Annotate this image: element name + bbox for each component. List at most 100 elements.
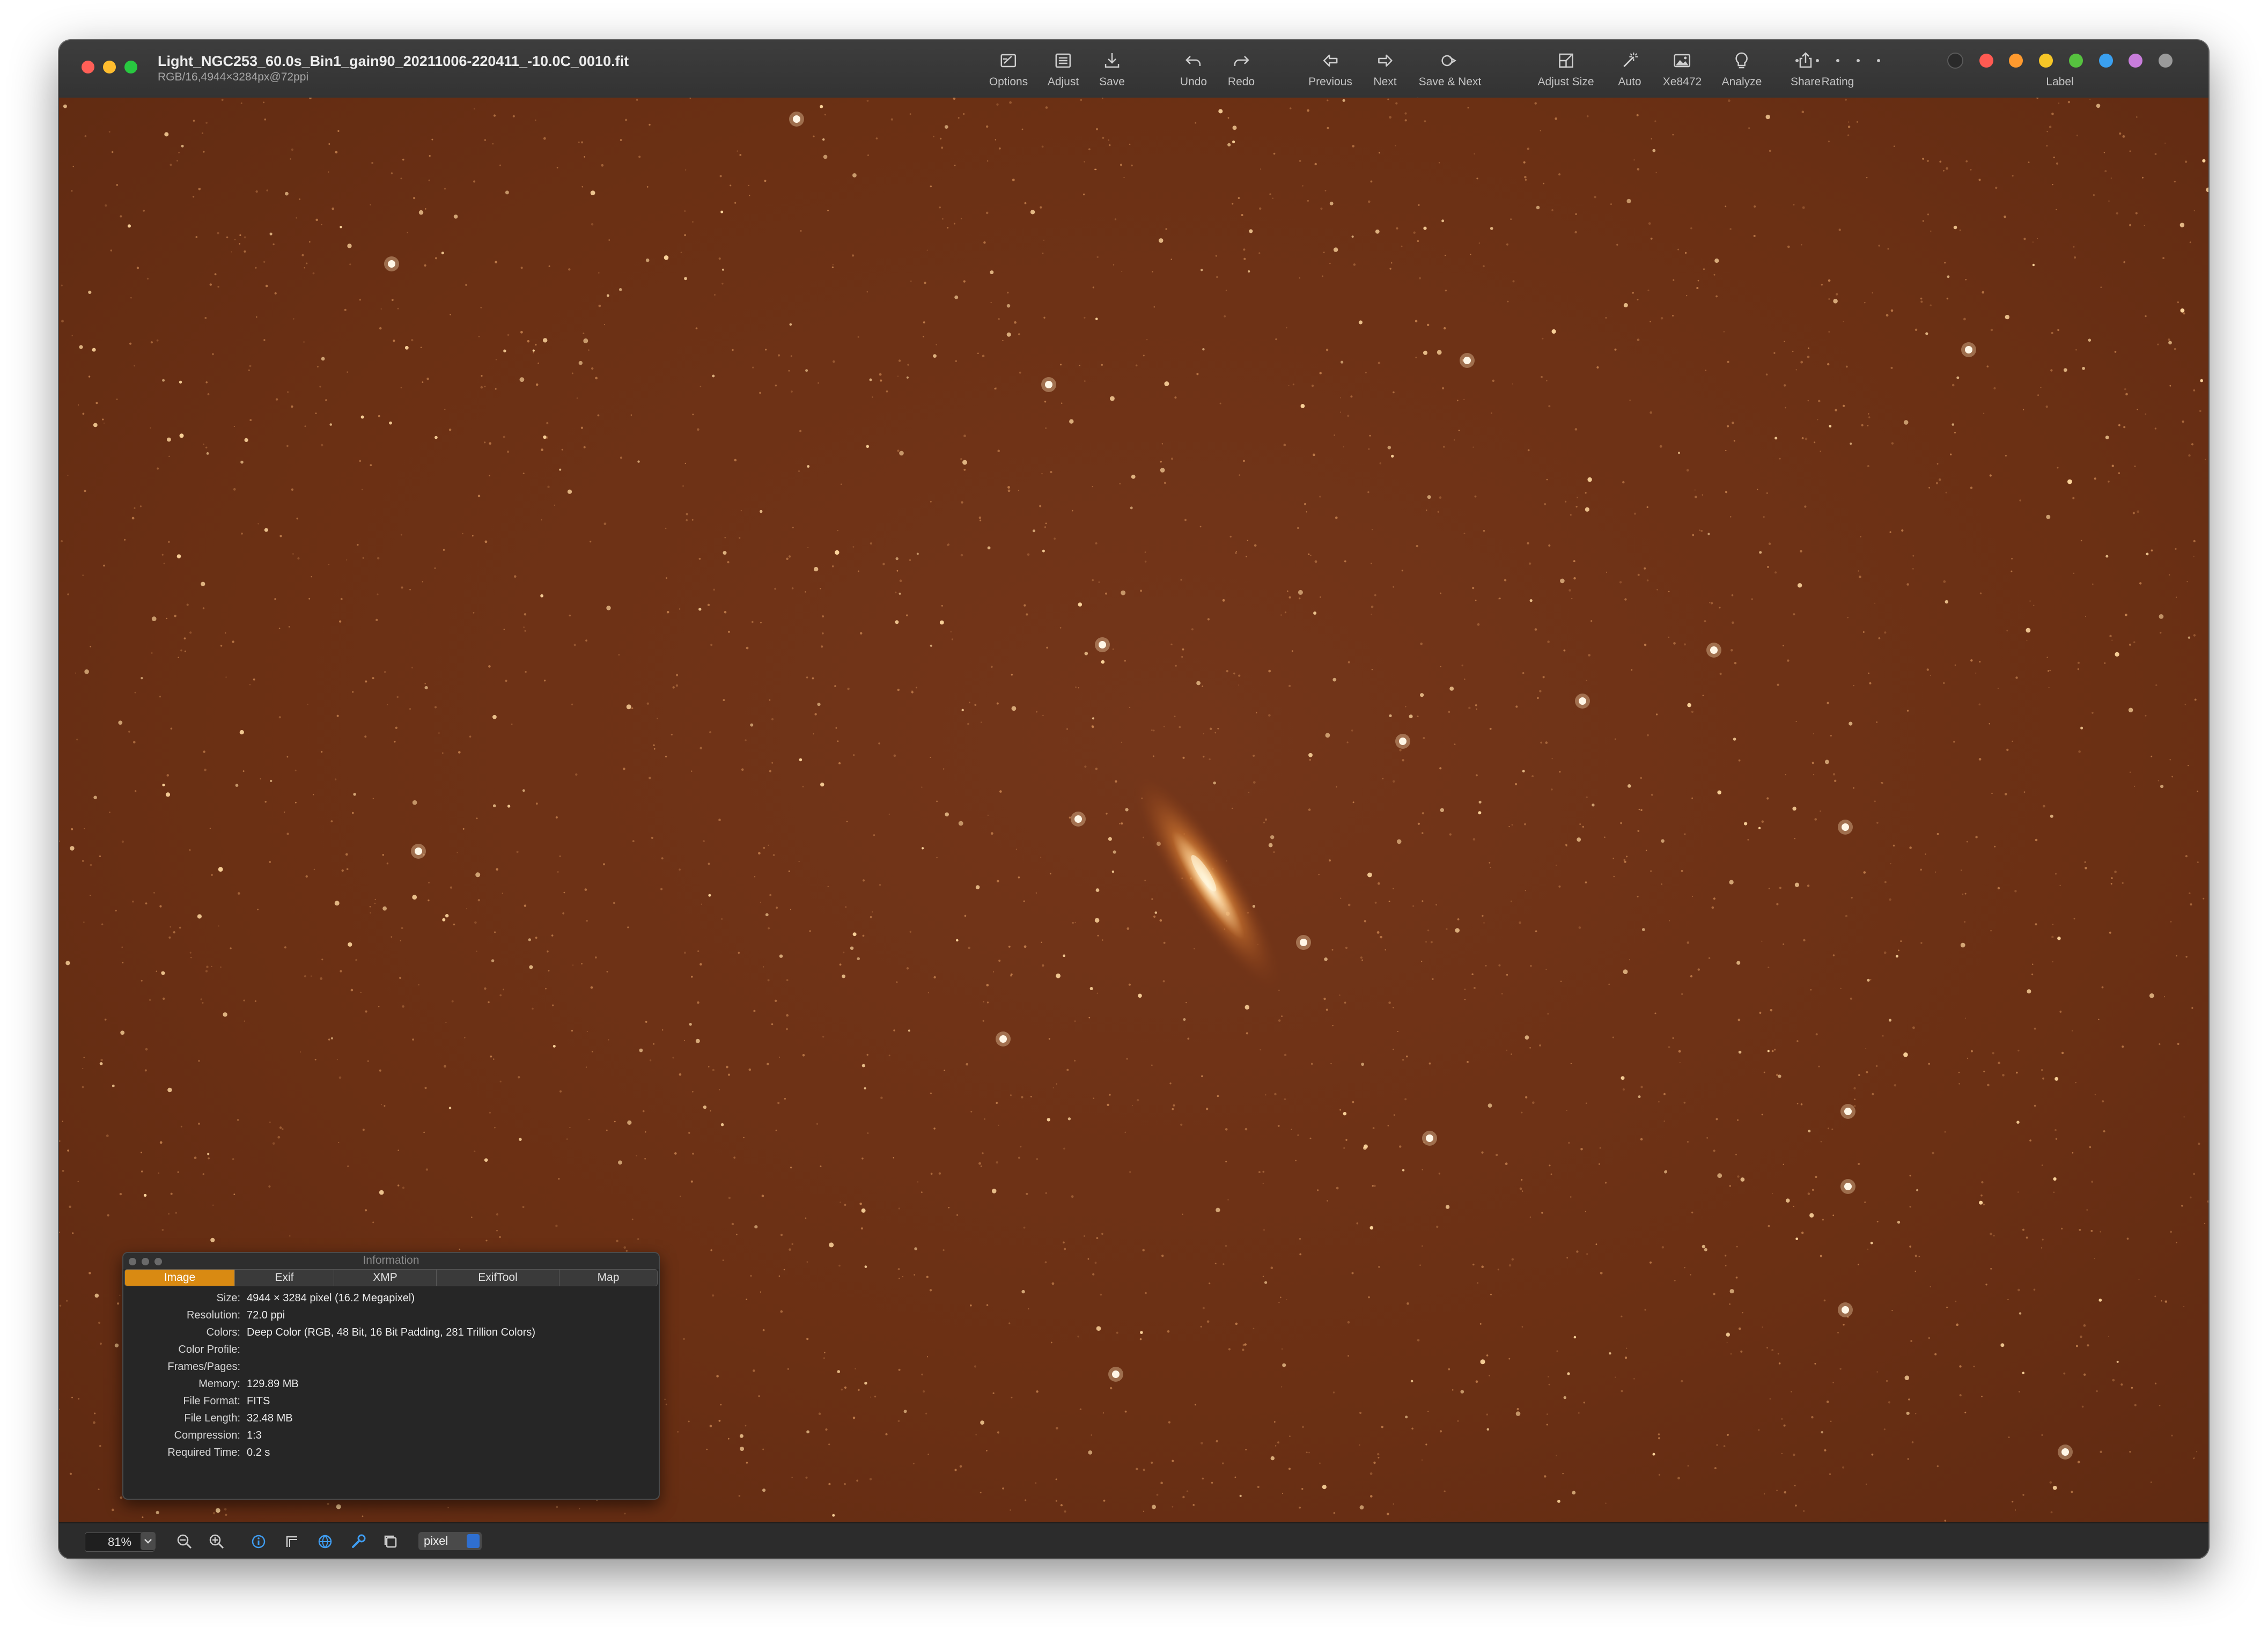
analyze-label: Analyze [1721,76,1762,88]
info-row-required-time: Required Time: 0.2 s [123,1444,659,1461]
photo-icon [1674,54,1691,68]
tab-exiftool[interactable]: ExifTool [437,1270,559,1286]
adjust-label: Adjust [1047,76,1079,88]
rating-control[interactable]: Rating [1792,50,1883,89]
updown-arrows-icon [467,1534,480,1548]
info-toggle-button[interactable] [248,1531,269,1552]
tab-image[interactable]: Image [125,1270,235,1286]
tab-map[interactable]: Map [559,1270,657,1286]
auto-button[interactable]: Auto [1618,50,1641,93]
label-none-swatch[interactable] [1947,53,1963,69]
resize-icon [1558,53,1573,68]
copy-icon [384,1535,397,1548]
rating-star-1[interactable] [1795,59,1799,62]
lightbulb-icon [1735,52,1748,69]
undo-label: Undo [1180,76,1207,88]
info-row-frames: Frames/Pages: [123,1358,659,1375]
info-tabs: Image Exif XMP ExifTool Map [124,1269,658,1286]
adjust-button[interactable]: Adjust [1048,50,1079,93]
save-and-next-button[interactable]: Save & Next [1418,50,1482,93]
undo-button[interactable]: Undo [1180,50,1207,93]
info-value: 4944 × 3284 pixel (16.2 Megapixel) [247,1292,415,1304]
rating-star-2[interactable] [1816,59,1819,62]
save-and-next-label: Save & Next [1418,76,1482,88]
info-row-resolution: Resolution: 72.0 ppi [123,1307,659,1324]
title-bar: Light_NGC253_60.0s_Bin1_gain90_20211006-… [59,40,2208,99]
label-orange-swatch[interactable] [2009,54,2023,68]
save-button[interactable]: Save [1099,50,1125,93]
adjust-size-label: Adjust Size [1537,76,1594,88]
info-panel-header[interactable]: Information [123,1253,659,1269]
label-purple-swatch[interactable] [2129,54,2143,68]
redo-icon [1234,56,1249,66]
info-row-file-length: File Length: 32.48 MB [123,1410,659,1427]
crop-button[interactable] [281,1531,303,1552]
label-gray-swatch[interactable] [2158,54,2173,68]
arrow-left-icon [1323,54,1338,67]
arrow-right-icon [1378,54,1393,67]
info-panel-title: Information [363,1254,419,1266]
status-bar: 81% pixel [59,1522,2208,1558]
tab-xmp[interactable]: XMP [334,1270,437,1286]
info-key: File Length: [184,1412,240,1424]
info-row-size: Size: 4944 × 3284 pixel (16.2 Megapixel) [123,1289,659,1307]
close-window-button[interactable] [82,61,94,73]
rating-star-5[interactable] [1877,59,1880,62]
information-panel[interactable]: Information Image Exif XMP ExifTool Map … [122,1252,660,1500]
xe847-label: Xe8472 [1662,76,1702,88]
image-canvas[interactable]: Information Image Exif XMP ExifTool Map … [59,98,2208,1522]
label-green-swatch[interactable] [2068,54,2083,68]
next-label: Next [1373,76,1397,88]
previous-button[interactable]: Previous [1308,50,1352,93]
unit-select[interactable]: pixel [418,1532,482,1550]
document-subtitle: RGB/16,4944×3284px@72ppi [158,71,309,83]
xe847-button[interactable]: Xe8472 [1663,50,1702,93]
document-title: Light_NGC253_60.0s_Bin1_gain90_20211006-… [158,53,629,69]
crop-icon [286,1536,297,1547]
info-icon [252,1535,266,1549]
info-row-color-profile: Color Profile: [123,1341,659,1358]
globe-button[interactable] [314,1531,336,1552]
adjust-size-button[interactable]: Adjust Size [1537,50,1594,93]
options-icon [1000,54,1017,68]
copy-button[interactable] [380,1531,401,1552]
info-row-colors: Colors: Deep Color (RGB, 48 Bit, 16 Bit P… [123,1324,659,1341]
tab-exif[interactable]: Exif [235,1270,334,1286]
info-row-memory: Memory: 129.89 MB [123,1375,659,1392]
zoom-window-button[interactable] [124,61,137,73]
zoom-dropdown-button[interactable] [141,1532,156,1550]
info-key: Colors: [206,1327,240,1338]
globe-icon [318,1535,332,1549]
info-key: Compression: [174,1429,240,1441]
info-key: Resolution: [186,1309,240,1321]
info-rows: Size: 4944 × 3284 pixel (16.2 Megapixel) … [123,1286,659,1461]
zoom-in-button[interactable] [206,1531,227,1552]
minimize-window-button[interactable] [103,61,116,73]
magic-wand-icon [1623,53,1638,68]
save-icon [1104,53,1120,68]
redo-label: Redo [1227,76,1255,88]
options-label: Options [989,76,1028,88]
wrench-icon [352,1534,366,1548]
options-button[interactable]: Options [989,50,1028,93]
label-yellow-swatch[interactable] [2039,54,2053,68]
rating-star-4[interactable] [1857,59,1860,62]
info-value: 0.2 s [247,1447,270,1458]
info-value: 32.48 MB [247,1412,293,1424]
tools-button[interactable] [348,1531,369,1552]
viewer-window: Light_NGC253_60.0s_Bin1_gain90_20211006-… [59,40,2208,1558]
info-key: Required Time: [167,1447,240,1458]
label-blue-swatch[interactable] [2098,54,2113,68]
next-button[interactable]: Next [1373,50,1397,93]
info-key: Memory: [198,1378,240,1390]
analyze-button[interactable]: Analyze [1722,50,1762,93]
rating-star-3[interactable] [1836,59,1839,62]
zoom-out-button[interactable] [174,1531,195,1552]
label-red-swatch[interactable] [1979,54,1993,68]
rating-label: Rating [1821,76,1854,88]
galaxy-ngc253 [1132,771,1282,990]
chevron-down-icon [144,1539,152,1544]
save-next-icon [1441,55,1457,67]
zoom-in-icon [209,1534,224,1549]
redo-button[interactable]: Redo [1228,50,1255,93]
